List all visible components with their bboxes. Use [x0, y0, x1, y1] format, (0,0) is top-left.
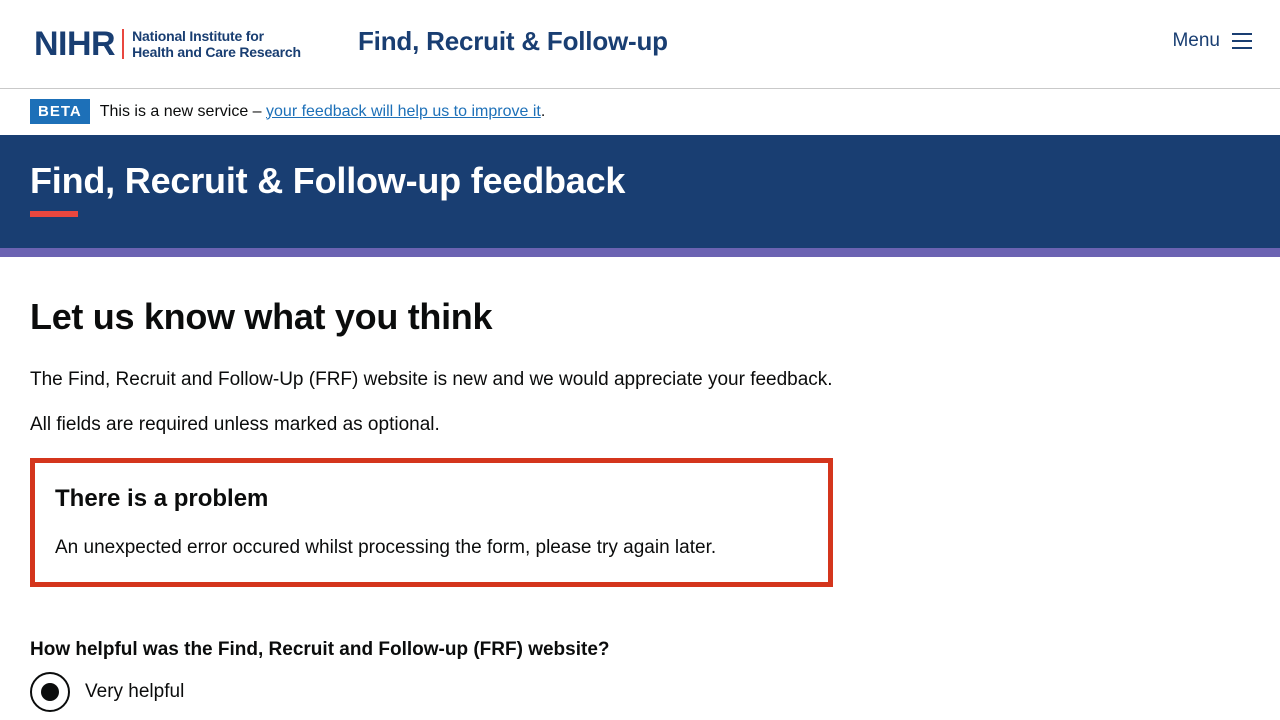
radio-option-very-helpful[interactable]: Very helpful	[30, 672, 184, 712]
nihr-logo[interactable]: NIHR National Institute for Health and C…	[34, 27, 301, 61]
intro-text: The Find, Recruit and Follow-Up (FRF) we…	[30, 369, 833, 390]
logo-line-2: Health and Care Research	[132, 44, 301, 60]
logo-mark: NIHR	[34, 25, 116, 63]
helpfulness-question: How helpful was the Find, Recruit and Fo…	[30, 639, 610, 660]
error-title: There is a problem	[55, 485, 269, 512]
page-heading: Let us know what you think	[30, 296, 493, 337]
service-name-link[interactable]: Find, Recruit & Follow-up	[358, 26, 668, 57]
logo-divider	[122, 29, 125, 59]
required-note: All fields are required unless marked as…	[30, 414, 440, 435]
error-message: An unexpected error occured whilst proce…	[55, 537, 717, 558]
beta-text: This is a new service – your feedback wi…	[100, 103, 546, 121]
radio-selected-dot	[41, 683, 59, 701]
error-summary: There is a problem An unexpected error o…	[30, 458, 833, 587]
hamburger-icon	[1232, 33, 1252, 49]
radio-button[interactable]	[30, 672, 70, 712]
hero-title: Find, Recruit & Follow-up feedback	[30, 160, 626, 201]
logo-text: National Institute for Health and Care R…	[132, 28, 301, 60]
radio-label: Very helpful	[85, 681, 185, 702]
hero-stripe	[0, 248, 1280, 257]
feedback-link[interactable]: your feedback will help us to improve it	[266, 103, 541, 120]
beta-banner: BETA This is a new service – your feedba…	[30, 99, 545, 124]
hero-banner: Find, Recruit & Follow-up feedback	[0, 135, 1280, 248]
beta-text-prefix: This is a new service –	[99, 102, 267, 120]
beta-tag: BETA	[30, 99, 90, 124]
menu-label: Menu	[1172, 30, 1220, 51]
hero-underline	[30, 211, 78, 217]
logo-line-1: National Institute for	[132, 28, 264, 44]
menu-button[interactable]: Menu	[1172, 30, 1252, 52]
beta-text-suffix: .	[540, 102, 546, 120]
site-header: NIHR National Institute for Health and C…	[0, 0, 1280, 89]
